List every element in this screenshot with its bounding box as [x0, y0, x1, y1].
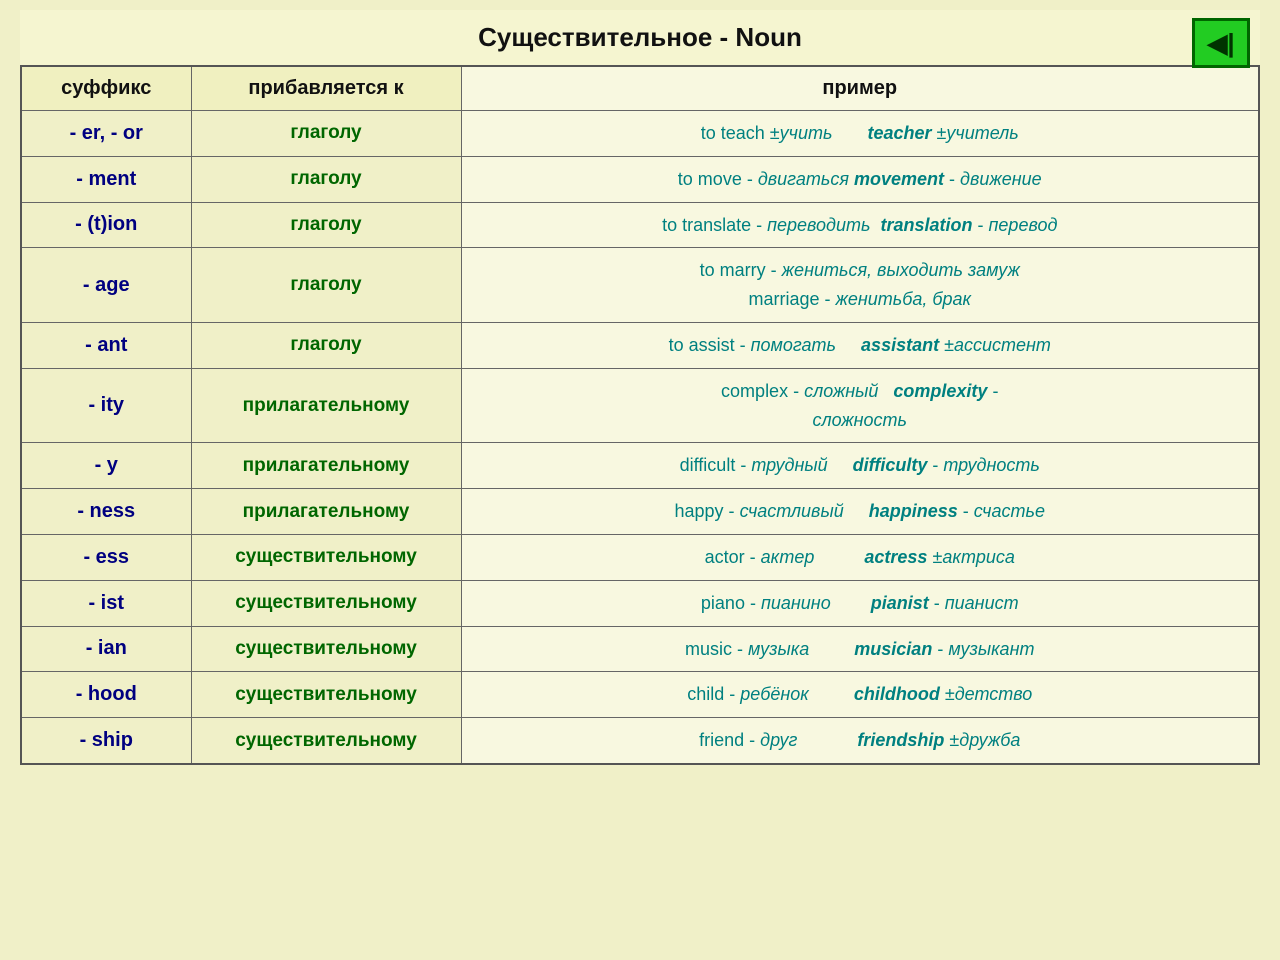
table-row: - ageглаголуto marry - жениться, выходит… — [21, 248, 1259, 323]
header-row: Существительное - Noun ◀| — [20, 10, 1260, 65]
page-title: Существительное - Noun — [478, 22, 802, 53]
cell-example-3: to marry - жениться, выходить замужmarri… — [461, 248, 1259, 323]
table-row: - er, - orглаголуto teach ±учить teacher… — [21, 111, 1259, 157]
cell-added-to-12: существительному — [191, 718, 461, 764]
cell-added-to-0: глаголу — [191, 111, 461, 157]
cell-suffix-0: - er, - or — [21, 111, 191, 157]
table-row: - ianсуществительномуmusic - музыка musi… — [21, 626, 1259, 672]
table-header-row: суффикс прибавляется к пример — [21, 66, 1259, 111]
main-table: суффикс прибавляется к пример - er, - or… — [20, 65, 1260, 765]
cell-example-10: music - музыка musician - музыкант — [461, 626, 1259, 672]
table-row: - istсуществительномуpiano - пианино pia… — [21, 580, 1259, 626]
table-row: - antглаголуto assist - помогать assista… — [21, 322, 1259, 368]
cell-added-to-3: глаголу — [191, 248, 461, 323]
cell-example-8: actor - актер actress ±актриса — [461, 534, 1259, 580]
cell-example-0: to teach ±учить teacher ±учитель — [461, 111, 1259, 157]
cell-example-4: to assist - помогать assistant ±ассистен… — [461, 322, 1259, 368]
cell-example-9: piano - пианино pianist - пианист — [461, 580, 1259, 626]
cell-added-to-9: существительному — [191, 580, 461, 626]
cell-example-2: to translate - переводить translation - … — [461, 202, 1259, 248]
cell-added-to-5: прилагательному — [191, 368, 461, 443]
cell-suffix-1: - ment — [21, 156, 191, 202]
header-added-to: прибавляется к — [191, 66, 461, 111]
cell-example-5: complex - сложный complexity -сложность — [461, 368, 1259, 443]
cell-added-to-10: существительному — [191, 626, 461, 672]
cell-example-7: happy - счастливый happiness - счастье — [461, 489, 1259, 535]
table-row: - hoodсуществительномуchild - ребёнок ch… — [21, 672, 1259, 718]
cell-suffix-5: - ity — [21, 368, 191, 443]
cell-example-12: friend - друг friendship ±дружба — [461, 718, 1259, 764]
cell-example-11: child - ребёнок childhood ±детство — [461, 672, 1259, 718]
header-example: пример — [461, 66, 1259, 111]
table-row: - shipсуществительномуfriend - друг frie… — [21, 718, 1259, 764]
cell-suffix-12: - ship — [21, 718, 191, 764]
table-row: - ityприлагательномуcomplex - сложный co… — [21, 368, 1259, 443]
table-row: - mentглаголуto move - двигаться movemen… — [21, 156, 1259, 202]
cell-added-to-2: глаголу — [191, 202, 461, 248]
nav-button[interactable]: ◀| — [1192, 18, 1250, 68]
cell-added-to-6: прилагательному — [191, 443, 461, 489]
cell-suffix-6: - y — [21, 443, 191, 489]
cell-example-1: to move - двигаться movement - движение — [461, 156, 1259, 202]
table-row: - essсуществительномуactor - актер actre… — [21, 534, 1259, 580]
cell-added-to-4: глаголу — [191, 322, 461, 368]
page-wrapper: Существительное - Noun ◀| суффикс прибав… — [20, 10, 1260, 765]
cell-suffix-8: - ess — [21, 534, 191, 580]
cell-suffix-9: - ist — [21, 580, 191, 626]
cell-added-to-1: глаголу — [191, 156, 461, 202]
header-suffix: суффикс — [21, 66, 191, 111]
cell-suffix-10: - ian — [21, 626, 191, 672]
cell-added-to-7: прилагательному — [191, 489, 461, 535]
cell-suffix-11: - hood — [21, 672, 191, 718]
cell-added-to-11: существительному — [191, 672, 461, 718]
cell-suffix-7: - ness — [21, 489, 191, 535]
table-body: - er, - orглаголуto teach ±учить teacher… — [21, 111, 1259, 764]
table-row: - yприлагательномуdifficult - трудный di… — [21, 443, 1259, 489]
cell-suffix-3: - age — [21, 248, 191, 323]
cell-added-to-8: существительному — [191, 534, 461, 580]
table-row: - (t)ionглаголуto translate - переводить… — [21, 202, 1259, 248]
cell-suffix-2: - (t)ion — [21, 202, 191, 248]
table-row: - nessприлагательномуhappy - счастливый … — [21, 489, 1259, 535]
cell-example-6: difficult - трудный difficulty - труднос… — [461, 443, 1259, 489]
cell-suffix-4: - ant — [21, 322, 191, 368]
